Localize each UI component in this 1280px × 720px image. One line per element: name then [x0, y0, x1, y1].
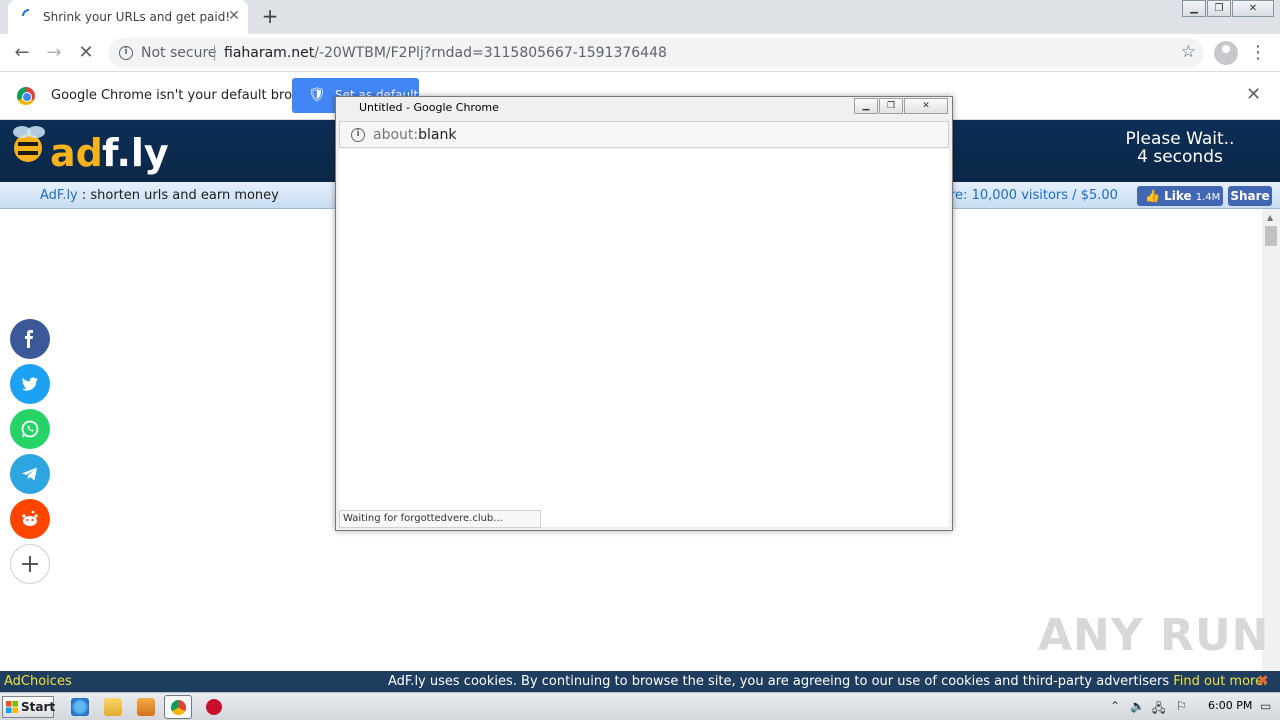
- please-wait-text: Please Wait..: [1125, 129, 1235, 149]
- popup-info-icon[interactable]: i: [351, 128, 365, 142]
- adchoices-link[interactable]: AdChoices: [4, 671, 72, 692]
- share-more-button[interactable]: [10, 544, 50, 584]
- anyrun-watermark: ANY RUN: [1038, 610, 1269, 670]
- chrome-taskbar-button[interactable]: [164, 695, 192, 719]
- plus-icon: [22, 556, 38, 572]
- popup-url-rest: blank: [418, 127, 457, 143]
- thumbs-up-icon: 👍: [1145, 189, 1160, 203]
- windows-logo-icon: [6, 701, 18, 713]
- system-tray: ⌃ 🔈 🖧 ⚐ 6:00 PM ▭: [1108, 696, 1278, 718]
- scroll-up-arrow-icon[interactable]: ▲: [1267, 213, 1273, 222]
- facebook-like-button[interactable]: 👍 Like 1.4M: [1137, 186, 1223, 206]
- media-player-icon[interactable]: [137, 698, 155, 716]
- reddit-icon: [22, 510, 38, 526]
- telegram-icon: [22, 467, 37, 481]
- forward-arrow-icon[interactable]: →: [41, 40, 67, 66]
- loading-spinner-icon: [22, 9, 30, 17]
- start-button[interactable]: Start: [2, 696, 56, 718]
- url-path: /-20WTBM/F2Plj?rndad=3115805667-15913764…: [314, 45, 667, 61]
- bookmark-star-icon[interactable]: ☆: [1181, 42, 1196, 62]
- omnibox-separator: [214, 45, 215, 61]
- like-count: 1.4M: [1195, 192, 1221, 203]
- stop-loading-icon[interactable]: ✕: [73, 40, 99, 66]
- facebook-icon: [25, 330, 33, 348]
- window-controls: ▁ ❐ ✕: [1181, 0, 1274, 18]
- share-reddit-button[interactable]: [10, 499, 50, 539]
- find-out-more-link[interactable]: Find out more.: [1173, 674, 1267, 689]
- cookie-bar: AdChoices AdF.ly uses cookies. By contin…: [0, 671, 1280, 692]
- tagline-rest: : shorten urls and earn money: [77, 188, 279, 203]
- share-whatsapp-button[interactable]: [10, 409, 50, 449]
- browser-toolbar: ← → ✕ i Not secure fiaharam.net/-20WTBM/…: [0, 34, 1280, 72]
- security-label: Not secure: [141, 45, 217, 61]
- tab-close-icon[interactable]: ✕: [226, 7, 242, 25]
- profile-avatar-icon[interactable]: [1214, 41, 1238, 65]
- share-twitter-button[interactable]: [10, 364, 50, 404]
- new-tab-button[interactable]: +: [260, 5, 280, 27]
- show-desktop-icon[interactable]: ▭: [1260, 699, 1271, 713]
- window-close-button[interactable]: ✕: [1232, 0, 1274, 17]
- file-explorer-icon[interactable]: [104, 698, 122, 716]
- twitter-icon: [22, 377, 38, 391]
- adfly-logo[interactable]: ad f.ly: [8, 124, 168, 180]
- windows-taskbar: Start ⌃ 🔈 🖧 ⚐ 6:00 PM ▭: [0, 692, 1280, 720]
- tagline-brand[interactable]: AdF.ly: [40, 188, 78, 203]
- chrome-logo-icon: [17, 87, 35, 105]
- network-icon[interactable]: 🖧: [1152, 699, 1165, 720]
- whatsapp-icon: [21, 420, 39, 438]
- info-icon[interactable]: i: [119, 46, 133, 60]
- address-bar[interactable]: i Not secure fiaharam.net/-20WTBM/F2Plj?…: [108, 38, 1204, 68]
- popup-close-button[interactable]: ✕: [904, 98, 948, 114]
- back-arrow-icon[interactable]: ←: [9, 40, 35, 66]
- popup-restore-button[interactable]: ❐: [879, 98, 903, 114]
- chrome-menu-icon[interactable]: ⋮: [1248, 41, 1268, 65]
- svg-text:f.ly: f.ly: [102, 131, 168, 175]
- cookie-message: AdF.ly uses cookies. By continuing to br…: [388, 674, 1174, 689]
- share-facebook-button[interactable]: [10, 319, 50, 359]
- countdown-text: 4 seconds: [1137, 147, 1223, 167]
- tab-active[interactable]: Shrink your URLs and get paid! ✕: [8, 0, 248, 34]
- popup-address-bar[interactable]: i about:blank: [339, 121, 949, 148]
- tab-title: Shrink your URLs and get paid!: [43, 10, 231, 24]
- tray-expand-icon[interactable]: ⌃: [1110, 699, 1120, 713]
- popup-minimize-button[interactable]: ▁: [854, 98, 878, 114]
- restore-button[interactable]: ❐: [1207, 0, 1231, 17]
- share-telegram-button[interactable]: [10, 454, 50, 494]
- popup-url-scheme: about:: [373, 127, 419, 143]
- clock[interactable]: 6:00 PM: [1208, 699, 1252, 712]
- facebook-share-button[interactable]: Share: [1228, 186, 1272, 206]
- chrome-taskbar-icon: [171, 700, 186, 715]
- tab-strip: Shrink your URLs and get paid! ✕ + ▁ ❐ ✕: [0, 0, 1280, 34]
- popup-window[interactable]: Untitled - Google Chrome ▁ ❐ ✕ i about:b…: [335, 96, 953, 531]
- start-label: Start: [21, 700, 56, 714]
- payout-rate-text: re: 10,000 visitors / $5.00: [950, 188, 1118, 203]
- tagline: AdF.ly : shorten urls and earn money: [40, 188, 279, 203]
- uac-shield-icon: 🛡: [308, 87, 326, 103]
- popup-content: [339, 149, 949, 527]
- cookie-text: AdF.ly uses cookies. By continuing to br…: [388, 671, 1267, 692]
- infobar-message: Google Chrome isn't your default browser: [51, 88, 323, 103]
- scrollbar-thumb[interactable]: [1265, 226, 1277, 246]
- url-text: fiaharam.net/-20WTBM/F2Plj?rndad=3115805…: [224, 45, 667, 61]
- page-scrollbar[interactable]: ▲: [1262, 209, 1280, 671]
- watermark-text: ANY RUN: [1038, 610, 1270, 661]
- like-label: Like: [1164, 189, 1192, 203]
- screen: Shrink your URLs and get paid! ✕ + ▁ ❐ ✕…: [0, 0, 1280, 720]
- minimize-button[interactable]: ▁: [1182, 0, 1206, 17]
- svg-text:ad: ad: [50, 131, 103, 175]
- internet-explorer-icon[interactable]: [71, 698, 89, 716]
- countdown-box: Please Wait.. 4 seconds: [1100, 130, 1260, 166]
- popup-status-bubble: Waiting for forgottedvere.club...: [339, 510, 541, 528]
- infobar-close-icon[interactable]: ✕: [1246, 84, 1261, 105]
- volume-icon[interactable]: 🔈: [1130, 699, 1145, 713]
- opera-icon[interactable]: [206, 699, 222, 715]
- popup-title: Untitled - Google Chrome: [359, 101, 499, 114]
- url-host: fiaharam.net: [224, 45, 315, 61]
- popup-url: about:blank: [373, 127, 456, 143]
- popup-window-controls: ▁ ❐ ✕: [853, 98, 948, 114]
- cookie-close-icon[interactable]: ✖: [1257, 671, 1269, 692]
- action-center-flag-icon[interactable]: ⚐: [1176, 699, 1187, 713]
